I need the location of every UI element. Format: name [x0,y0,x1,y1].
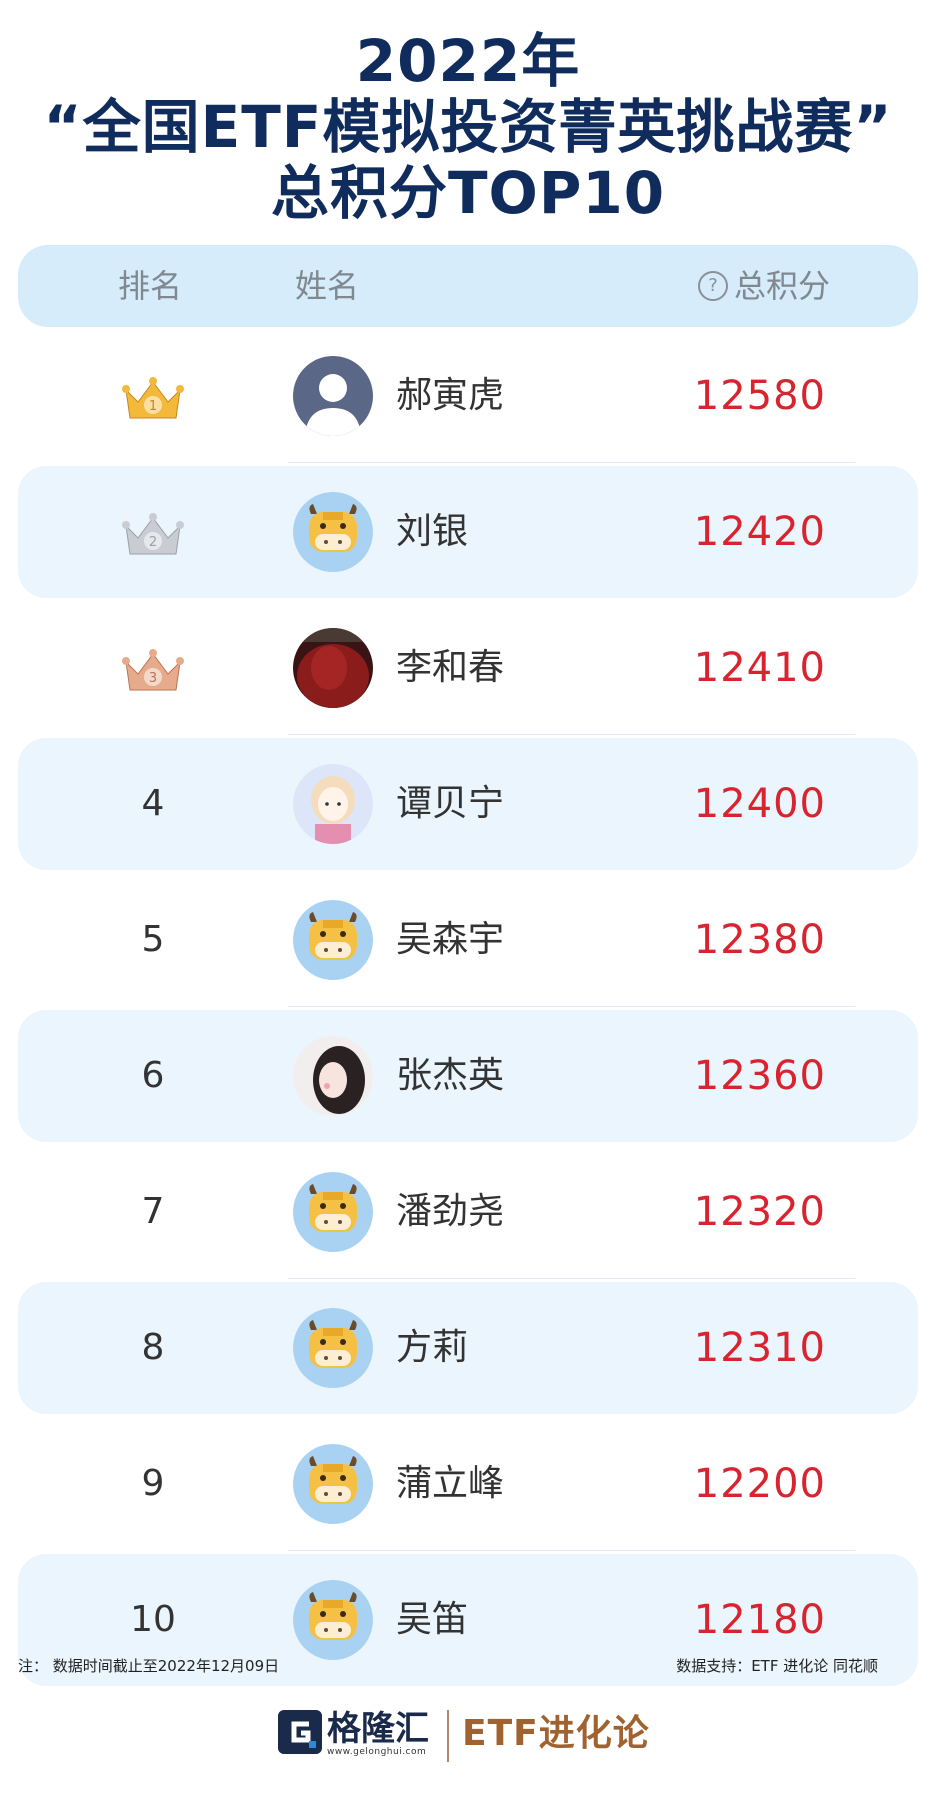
rank-number: 8 [141,1327,165,1368]
total-score: 12400 [693,781,826,827]
row-divider [288,734,856,735]
gelonghui-logo-icon [278,1710,322,1754]
footer-logos: 格隆汇 www.gelonghui.com ETF进化论 [0,1700,936,1770]
player-name: 张杰英 [396,1055,505,1096]
gelonghui-logo-text: 格隆汇 [327,1709,429,1749]
player-name: 吴森宇 [396,919,505,960]
row-divider [288,462,856,463]
avatar[interactable] [293,492,373,572]
etf-logo-text: ETF进化论 [462,1713,650,1754]
logo-divider [447,1710,449,1762]
rank-number: 9 [141,1463,165,1504]
table-row: 8 方莉 12310 [18,1282,918,1414]
table-row: 9 蒲立峰 12200 [18,1418,918,1551]
avatar[interactable] [293,1172,373,1252]
table-row: 2 刘银 12420 [18,466,918,598]
player-name: 蒲立峰 [396,1463,505,1504]
avatar[interactable] [293,1444,373,1524]
table-row: 7 潘劲尧 12320 [18,1146,918,1279]
svg-text:2: 2 [149,535,157,550]
avatar[interactable] [293,1580,373,1660]
svg-text:3: 3 [149,671,157,686]
total-score: 12310 [693,1325,826,1371]
rank-number: 4 [141,783,165,824]
avatar[interactable] [293,1036,373,1116]
svg-text:1: 1 [149,399,157,414]
table-row: 4 谭贝宁 12400 [18,738,918,870]
total-score: 12360 [693,1053,826,1099]
leaderboard-list: 1 郝寅虎 12580 2 刘银 12420 3 李和春 12410 4 谭贝宁 12400 5 吴森宇 1… [0,0,936,1798]
total-score: 12380 [693,917,826,963]
row-divider [288,1550,856,1551]
total-score: 12410 [693,645,826,691]
player-name: 刘银 [396,511,469,552]
total-score: 12320 [693,1189,826,1235]
rank-number: 6 [141,1055,165,1096]
player-name: 方莉 [396,1327,469,1368]
total-score: 12580 [693,373,826,419]
total-score: 12200 [693,1461,826,1507]
avatar[interactable] [293,900,373,980]
avatar[interactable] [293,356,373,436]
player-name: 郝寅虎 [396,375,505,416]
gold-crown-icon: 1 [120,374,186,424]
rank-number: 5 [141,919,165,960]
row-divider [288,1006,856,1007]
player-name: 吴笛 [396,1599,469,1640]
player-name: 谭贝宁 [396,783,505,824]
avatar[interactable] [293,628,373,708]
rank-number: 7 [141,1191,165,1232]
table-row: 3 李和春 12410 [18,602,918,735]
total-score: 12420 [693,509,826,555]
row-divider [288,1278,856,1279]
player-name: 潘劲尧 [396,1191,505,1232]
gelonghui-url: www.gelonghui.com [327,1747,427,1757]
avatar[interactable] [293,1308,373,1388]
table-row: 1 郝寅虎 12580 [18,330,918,463]
data-cutoff-note: 注： 数据时间截止至2022年12月09日 [18,1657,280,1675]
bronze-crown-icon: 3 [120,646,186,696]
player-name: 李和春 [396,647,505,688]
data-source-note: 数据支持：ETF 进化论 同花顺 [676,1657,878,1675]
table-row: 6 张杰英 12360 [18,1010,918,1142]
table-row: 5 吴森宇 12380 [18,874,918,1007]
silver-crown-icon: 2 [120,510,186,560]
avatar[interactable] [293,764,373,844]
